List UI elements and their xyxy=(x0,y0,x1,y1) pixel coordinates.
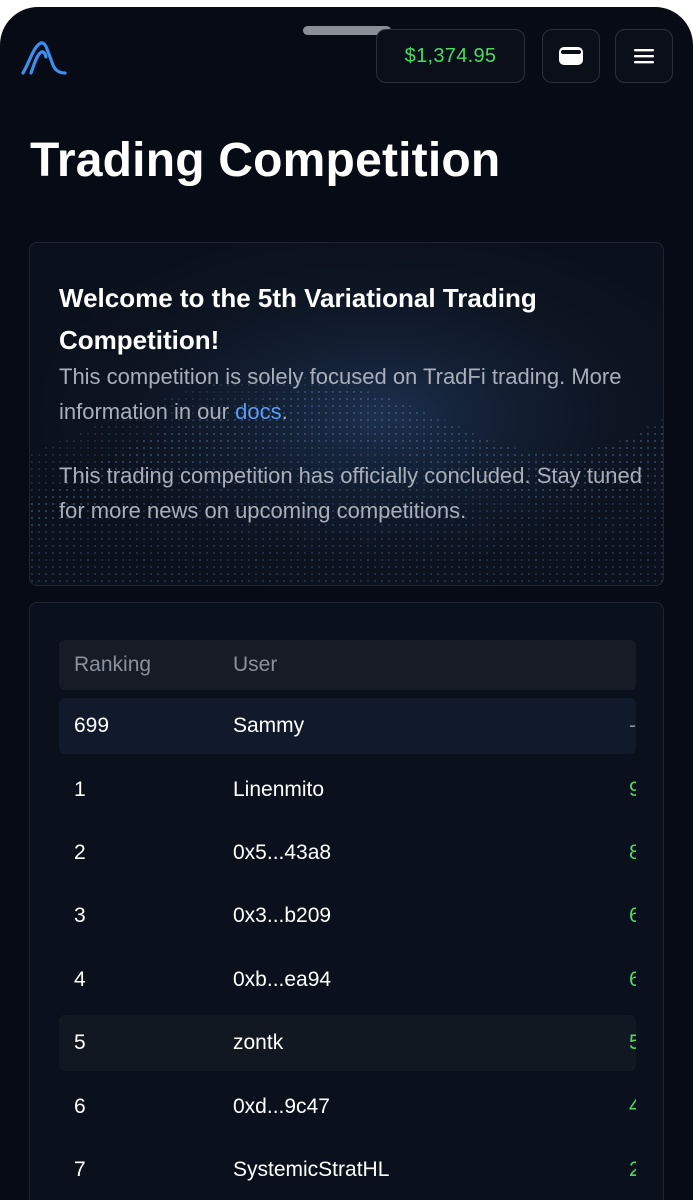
pnl-cell: 9 xyxy=(629,762,636,818)
pnl-cell: 6 xyxy=(629,952,636,1008)
competition-concluded-text: This trading competition has officially … xyxy=(59,463,642,523)
hamburger-menu-icon xyxy=(634,49,654,64)
table-row[interactable]: 3 0x3...b209 6 xyxy=(59,888,636,944)
wallet-button[interactable] xyxy=(542,29,600,83)
leaderboard-card: Ranking User 699 Sammy - 1 Linenmito 9 2… xyxy=(29,602,664,1200)
user-cell: SystemicStratHL xyxy=(233,1158,390,1181)
column-header-ranking[interactable]: Ranking xyxy=(74,640,151,690)
welcome-heading: Welcome to the 5th Variational Trading C… xyxy=(59,283,537,355)
rank-cell: 5 xyxy=(74,1031,86,1054)
user-cell: Sammy xyxy=(233,714,305,737)
table-row[interactable]: 2 0x5...43a8 8 xyxy=(59,825,636,881)
table-row[interactable]: 4 0xb...ea94 6 xyxy=(59,952,636,1008)
pnl-cell: 4 xyxy=(629,1079,636,1135)
competition-intro-text: This competition is solely focused on Tr… xyxy=(59,359,649,429)
user-cell: 0xd...9c47 xyxy=(233,1095,330,1118)
intro-text: This competition is solely focused on Tr… xyxy=(59,364,622,424)
rank-cell: 3 xyxy=(74,904,86,927)
user-cell: 0x5...43a8 xyxy=(233,841,332,864)
docs-link[interactable]: docs xyxy=(235,399,281,424)
rank-cell: 2 xyxy=(74,841,86,864)
rank-cell: 6 xyxy=(74,1095,86,1118)
table-row[interactable]: 7 SystemicStratHL 2 xyxy=(59,1142,636,1198)
user-cell: zontk xyxy=(233,1031,284,1054)
pnl-cell: 8 xyxy=(629,825,636,881)
leaderboard-table[interactable]: Ranking User 699 Sammy - 1 Linenmito 9 2… xyxy=(59,640,636,1200)
pnl-cell: 5 xyxy=(629,1015,636,1071)
user-cell: 0x3...b209 xyxy=(233,904,332,927)
table-row[interactable]: 1 Linenmito 9 xyxy=(59,762,636,818)
app-screen: $1,374.95 Trading Competition Welcome to… xyxy=(0,7,693,1200)
intro-end: . xyxy=(281,399,288,424)
pnl-cell: - xyxy=(629,714,636,737)
user-cell: 0xb...ea94 xyxy=(233,968,332,991)
wallet-icon xyxy=(559,47,583,65)
menu-button[interactable] xyxy=(615,29,673,83)
rank-cell: 699 xyxy=(74,714,110,737)
account-balance[interactable]: $1,374.95 xyxy=(376,29,525,83)
table-row[interactable]: 5 zontk 5 xyxy=(59,1015,636,1071)
page-title: Trading Competition xyxy=(30,134,501,187)
variational-logo-icon[interactable] xyxy=(20,39,68,75)
column-header-user[interactable]: User xyxy=(233,640,277,690)
rank-cell: 1 xyxy=(74,778,86,801)
current-user-row[interactable]: 699 Sammy - xyxy=(59,698,636,754)
table-row[interactable]: 6 0xd...9c47 4 xyxy=(59,1079,636,1135)
rank-cell: 4 xyxy=(74,968,86,991)
rank-cell: 7 xyxy=(74,1158,86,1181)
pnl-cell: 2 xyxy=(629,1142,636,1198)
welcome-card: Welcome to the 5th Variational Trading C… xyxy=(29,242,664,586)
table-header-row: Ranking User xyxy=(59,640,636,690)
pnl-cell: 6 xyxy=(629,888,636,944)
user-cell: Linenmito xyxy=(233,778,325,801)
